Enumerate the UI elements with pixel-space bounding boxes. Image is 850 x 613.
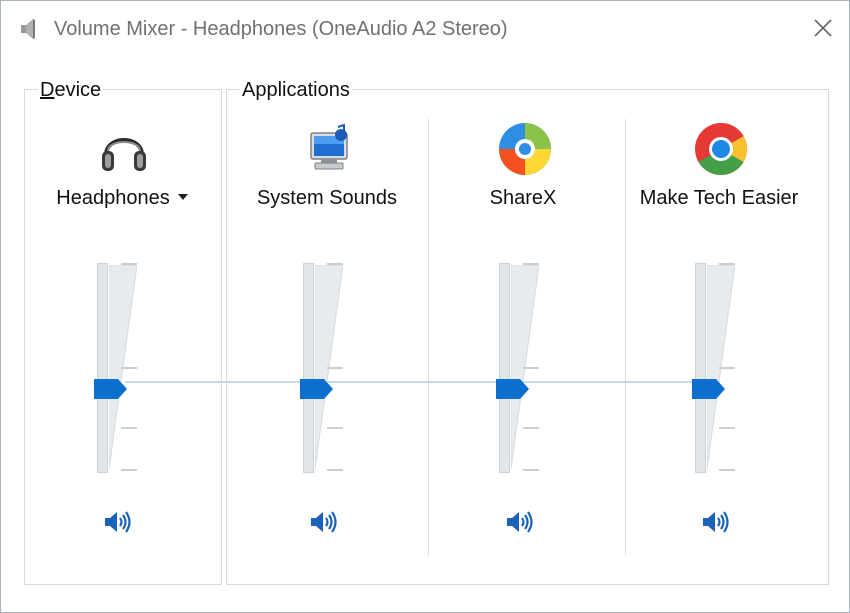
window-title: Volume Mixer - Headphones (OneAudio A2 S… bbox=[54, 18, 508, 40]
system-sounds-icon bbox=[301, 121, 357, 177]
speaker-icon bbox=[311, 511, 337, 533]
headphones-icon bbox=[96, 121, 152, 177]
mute-button-sharex[interactable] bbox=[502, 507, 536, 537]
slider-tick bbox=[121, 367, 137, 369]
slider-tick bbox=[327, 427, 343, 429]
speaker-icon bbox=[507, 511, 533, 533]
slider-tick bbox=[523, 469, 539, 471]
volume-slider-sharex[interactable] bbox=[496, 263, 559, 475]
slider-thumb[interactable] bbox=[300, 379, 334, 400]
device-dropdown[interactable]: Headphones bbox=[24, 187, 220, 210]
slider-tick bbox=[327, 263, 343, 265]
slider-track[interactable] bbox=[695, 263, 706, 473]
slider-tick bbox=[719, 427, 735, 429]
slider-tick bbox=[327, 367, 343, 369]
slider-tick bbox=[719, 367, 735, 369]
title-bar: Volume Mixer - Headphones (OneAudio A2 S… bbox=[1, 1, 849, 56]
slider-tick bbox=[719, 263, 735, 265]
applications-group-label: Applications bbox=[240, 79, 352, 102]
slider-track[interactable] bbox=[97, 263, 108, 473]
mute-button-device[interactable] bbox=[100, 507, 134, 537]
speaker-icon bbox=[703, 511, 729, 533]
slider-tick bbox=[523, 367, 539, 369]
slider-tick bbox=[327, 469, 343, 471]
volume-slider-device[interactable] bbox=[94, 263, 157, 475]
close-icon bbox=[814, 19, 832, 37]
volume-slider-system-sounds[interactable] bbox=[300, 263, 363, 475]
slider-tick bbox=[121, 263, 137, 265]
chrome-icon bbox=[693, 121, 749, 177]
volume-slider-make-tech-easier[interactable] bbox=[692, 263, 755, 475]
slider-thumb[interactable] bbox=[692, 379, 726, 400]
app-name: ShareX bbox=[489, 187, 557, 209]
sharex-icon bbox=[497, 121, 553, 177]
mute-button-system-sounds[interactable] bbox=[306, 507, 340, 537]
slider-tick bbox=[523, 427, 539, 429]
device-group-label: Device bbox=[38, 79, 104, 102]
chevron-down-icon bbox=[177, 193, 188, 200]
slider-thumb[interactable] bbox=[94, 379, 128, 400]
slider-track[interactable] bbox=[499, 263, 510, 473]
close-button[interactable] bbox=[801, 7, 845, 49]
speaker-icon bbox=[105, 511, 131, 533]
slider-tick bbox=[719, 469, 735, 471]
app-name: System Sounds bbox=[256, 187, 398, 209]
slider-tick bbox=[121, 427, 137, 429]
slider-track[interactable] bbox=[303, 263, 314, 473]
slider-thumb[interactable] bbox=[496, 379, 530, 400]
slider-tick bbox=[523, 263, 539, 265]
slider-tick bbox=[121, 469, 137, 471]
mute-button-make-tech-easier[interactable] bbox=[698, 507, 732, 537]
volume-mixer-window: Volume Mixer - Headphones (OneAudio A2 S… bbox=[0, 0, 850, 613]
speaker-title-icon bbox=[19, 17, 41, 41]
app-name: Make Tech Easier bbox=[639, 187, 799, 209]
